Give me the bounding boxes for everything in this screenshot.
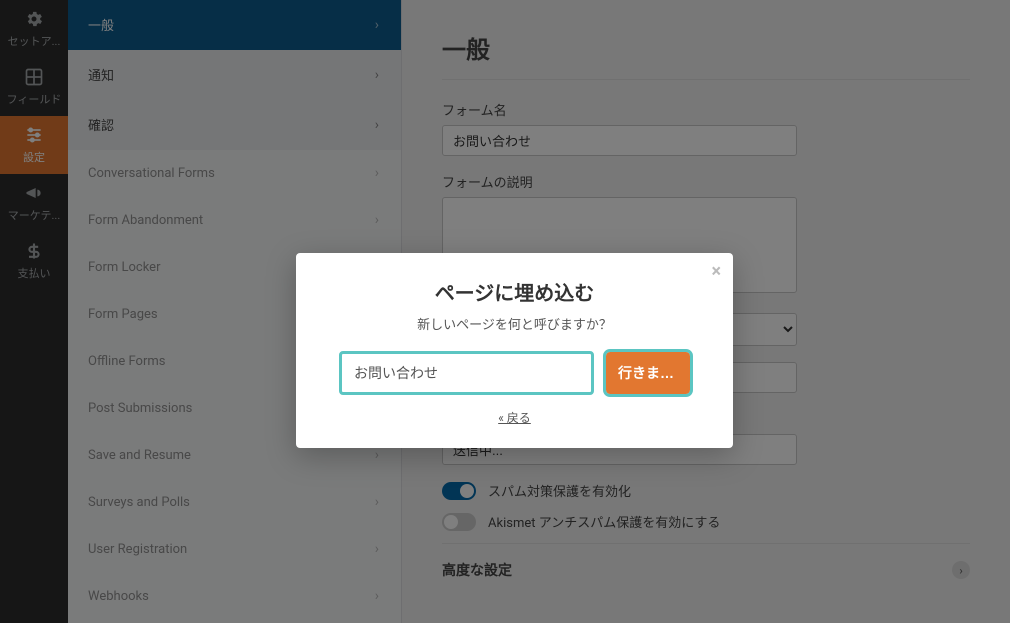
go-button[interactable]: 行きまし... [606,352,690,394]
embed-modal: × ページに埋め込む 新しいページを何と呼びますか？ 行きまし... « 戻る [296,253,733,448]
close-icon[interactable]: × [711,261,721,282]
modal-subtitle: 新しいページを何と呼びますか？ [326,314,703,333]
modal-input-row: 行きまし... [326,351,703,395]
modal-title: ページに埋め込む [326,277,703,306]
back-link[interactable]: « 戻る [498,411,531,425]
page-name-input[interactable] [339,351,594,395]
